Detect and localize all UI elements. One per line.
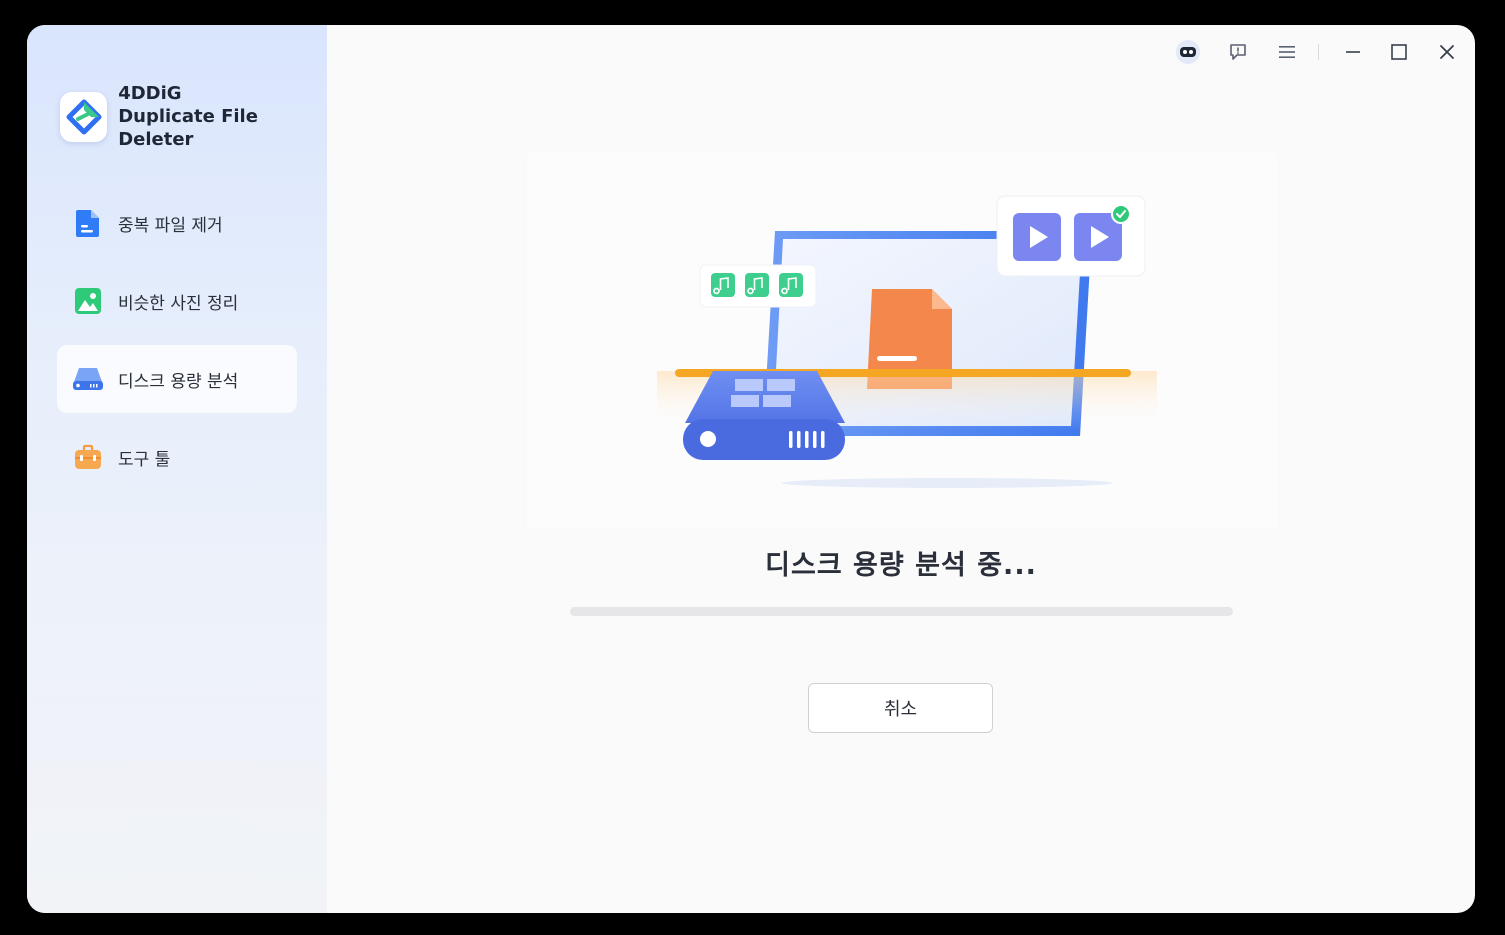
app-logo-icon — [60, 91, 108, 142]
sidebar: 4DDiG Duplicate File Deleter 중복 파일 제거 비슷… — [27, 25, 327, 913]
brand-name: 4DDiG — [118, 83, 182, 104]
brand: 4DDiG Duplicate File Deleter — [60, 82, 327, 151]
sidebar-nav: 중복 파일 제거 비슷한 사진 정리 디스크 용량 분석 도구 툴 — [57, 189, 297, 501]
close-icon[interactable] — [1434, 39, 1460, 65]
sidebar-item-label: 디스크 용량 분석 — [118, 371, 239, 392]
titlebar-divider — [1318, 44, 1319, 60]
disk-drive-icon — [72, 363, 104, 395]
image-icon — [72, 285, 104, 317]
sidebar-item-label: 도구 툴 — [118, 449, 171, 470]
document-icon — [72, 207, 104, 239]
assistant-bot-icon[interactable] — [1175, 39, 1201, 65]
disk-scan-illustration — [527, 153, 1277, 528]
sidebar-item-label: 중복 파일 제거 — [118, 215, 223, 236]
cancel-button[interactable]: 취소 — [808, 683, 993, 733]
sidebar-item-similar-photos[interactable]: 비슷한 사진 정리 — [57, 267, 297, 335]
maximize-icon[interactable] — [1386, 39, 1412, 65]
sidebar-item-label: 비슷한 사진 정리 — [118, 293, 239, 314]
app-window: 4DDiG Duplicate File Deleter 중복 파일 제거 비슷… — [27, 25, 1475, 913]
brand-product: Duplicate File Deleter — [118, 106, 258, 150]
scan-status-title: 디스크 용량 분석 중... — [765, 550, 1037, 581]
feedback-icon[interactable] — [1225, 39, 1251, 65]
sidebar-item-tools[interactable]: 도구 툴 — [57, 423, 297, 491]
minimize-icon[interactable] — [1340, 39, 1366, 65]
toolbox-icon — [72, 441, 104, 473]
scan-progress-bar — [570, 607, 1233, 616]
menu-icon[interactable] — [1274, 39, 1300, 65]
sidebar-item-duplicate-removal[interactable]: 중복 파일 제거 — [57, 189, 297, 257]
sidebar-item-disk-analysis[interactable]: 디스크 용량 분석 — [57, 345, 297, 413]
